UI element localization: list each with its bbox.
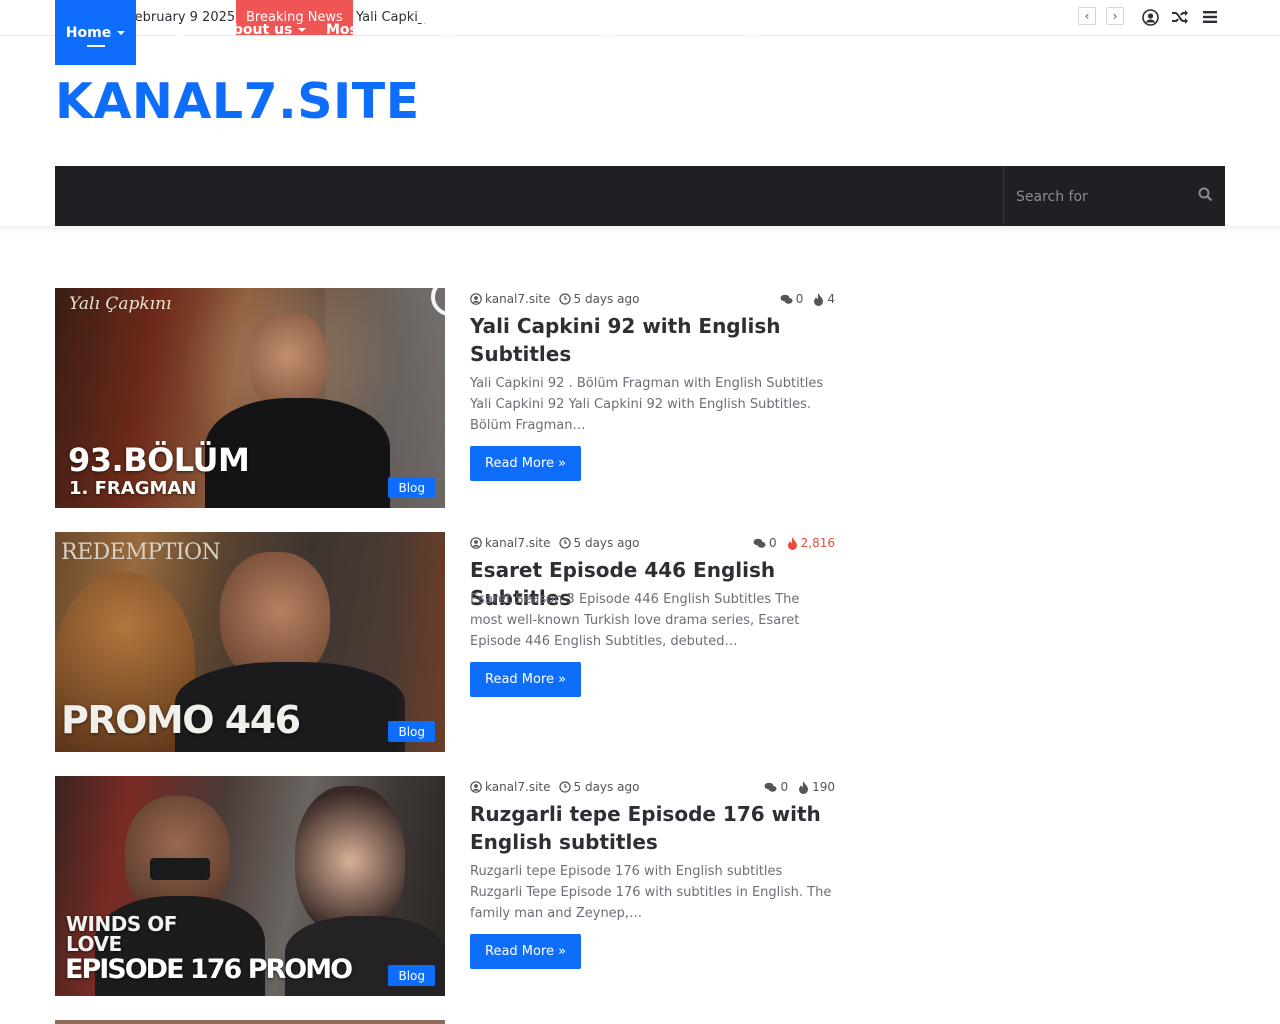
post-meta: kanal7.site 5 days ago 0 2,816: [470, 535, 835, 551]
category-badge[interactable]: Blog: [388, 965, 435, 986]
nav-item-blog[interactable]: Blog: [150, 0, 200, 60]
post-views: 4: [813, 292, 835, 306]
post-author-name: kanal7.site: [485, 292, 551, 306]
search-icon[interactable]: [1198, 187, 1213, 206]
category-badge[interactable]: Blog: [388, 721, 435, 742]
post-card: WINDS OF LOVE EPISODE 176 PROMO Blog kan…: [55, 776, 835, 996]
clock-icon: [558, 537, 571, 549]
post-date-text: 5 days ago: [573, 292, 640, 306]
user-icon: [470, 293, 482, 305]
clock-icon: [558, 781, 571, 793]
thumb-brand-text: WINDS OF LOVE: [66, 912, 177, 956]
post-comments[interactable]: 0: [764, 780, 788, 794]
nav-item-most-viewed-apps-2[interactable]: Most viewed apps: [486, 0, 628, 60]
post-title[interactable]: Ruzgarli tepe Episode 176 with English s…: [470, 800, 840, 856]
post-views: 2,816: [787, 536, 835, 550]
user-icon: [470, 537, 482, 549]
nav-item-label: Home: [65, 24, 112, 41]
nav-item-label: Blog: [150, 22, 186, 38]
thumb-headline: 93.BÖLÜM: [68, 441, 250, 479]
post-comments[interactable]: 0: [753, 536, 777, 550]
nav-item-label: Most viewed apps: [486, 22, 629, 38]
read-more-button[interactable]: Read More »: [470, 662, 582, 697]
post-author[interactable]: kanal7.site: [470, 536, 551, 550]
search-box: [1003, 166, 1225, 226]
nav-item-label: Most viewed apps: [326, 22, 469, 38]
nav-item-most-viewed-apps[interactable]: Most viewed apps: [326, 0, 468, 60]
fire-icon: [814, 292, 824, 306]
comments-icon: [764, 782, 777, 792]
post-views-count: 190: [812, 780, 835, 794]
post-excerpt: Yali Capkini 92 . Bölüm Fragman with Eng…: [470, 376, 824, 433]
post-meta: kanal7.site 5 days ago 0 190: [470, 779, 835, 795]
post-date: 5 days ago: [558, 536, 640, 550]
ticker-prev-button[interactable]: ‹: [1078, 7, 1096, 25]
post-views-count: 2,816: [800, 536, 835, 550]
post-author[interactable]: kanal7.site: [470, 780, 551, 794]
nav-item-label: Most rated apps: [646, 22, 775, 38]
thumb-subheadline: 1. FRAGMAN: [69, 478, 197, 499]
clock-icon: [558, 293, 571, 305]
random-shuffle-icon[interactable]: [1169, 6, 1191, 28]
post-author[interactable]: kanal7.site: [470, 292, 551, 306]
nav-shadow: [0, 226, 1280, 234]
post-comments-count: 0: [769, 536, 777, 550]
site-logo[interactable]: KANAL7.SITE: [55, 72, 420, 132]
ticker-next-button[interactable]: ›: [1106, 7, 1124, 25]
search-input[interactable]: [1014, 184, 1188, 210]
user-icon: [470, 781, 482, 793]
post-author-name: kanal7.site: [485, 780, 551, 794]
post-date: 5 days ago: [558, 780, 640, 794]
post-title[interactable]: Yali Capkini 92 with English Subtitles: [470, 312, 840, 368]
thumb-headline: PROMO 446: [61, 698, 301, 742]
post-card: Yalı Çapkını 93.BÖLÜM 1. FRAGMAN Blog ka…: [55, 288, 835, 508]
comments-icon: [753, 538, 766, 548]
post-author-name: kanal7.site: [485, 536, 551, 550]
nav-item-most-rated-apps[interactable]: Most rated apps: [646, 0, 775, 60]
active-indicator: [87, 45, 105, 47]
post-comments[interactable]: 0: [780, 292, 804, 306]
read-more-button[interactable]: Read More »: [470, 934, 582, 969]
thumb-brand-text: Yalı Çapkını: [69, 294, 172, 314]
post-excerpt: Ruzgarli tepe Episode 176 with English s…: [470, 864, 832, 921]
chevron-down-icon: [298, 28, 307, 32]
nav-item-home[interactable]: Home: [55, 0, 136, 65]
fire-icon: [799, 780, 809, 794]
post-thumbnail[interactable]: WINDS OF LOVE EPISODE 176 PROMO Blog: [55, 776, 445, 996]
post-views: 190: [798, 780, 835, 794]
nav-item-label: About us: [222, 22, 293, 38]
comments-icon: [780, 294, 793, 304]
post-card: REDEMPTION PROMO 446 Blog kanal7.site 5 …: [55, 532, 835, 752]
post-date-text: 5 days ago: [573, 780, 640, 794]
user-login-icon[interactable]: [1139, 6, 1161, 28]
post-excerpt: Esaret Season 3 Episode 446 English Subt…: [470, 592, 800, 649]
post-comments-count: 0: [795, 292, 804, 306]
post-comments-count: 0: [780, 780, 789, 794]
post-meta: kanal7.site 5 days ago 0 4: [470, 291, 835, 307]
thumb-headline: EPISODE 176 PROMO: [65, 954, 353, 985]
post-thumbnail[interactable]: REDEMPTION PROMO 446 Blog: [55, 532, 445, 752]
fire-icon: [787, 536, 797, 550]
read-more-button[interactable]: Read More »: [470, 446, 582, 481]
chevron-down-icon: [191, 28, 200, 32]
chevron-down-icon: [117, 30, 126, 35]
thumb-brand-text: REDEMPTION: [61, 540, 221, 565]
nav-item-about-us[interactable]: About us: [222, 0, 307, 60]
category-badge[interactable]: Blog: [388, 477, 435, 498]
post-date-text: 5 days ago: [573, 536, 640, 550]
post-date: 5 days ago: [558, 292, 640, 306]
post-views-count: 4: [827, 292, 835, 306]
sidebar-menu-icon[interactable]: [1199, 6, 1221, 28]
post-thumbnail[interactable]: Yalı Çapkını 93.BÖLÜM 1. FRAGMAN Blog: [55, 288, 445, 508]
post-thumbnail-partial[interactable]: [55, 1020, 445, 1024]
